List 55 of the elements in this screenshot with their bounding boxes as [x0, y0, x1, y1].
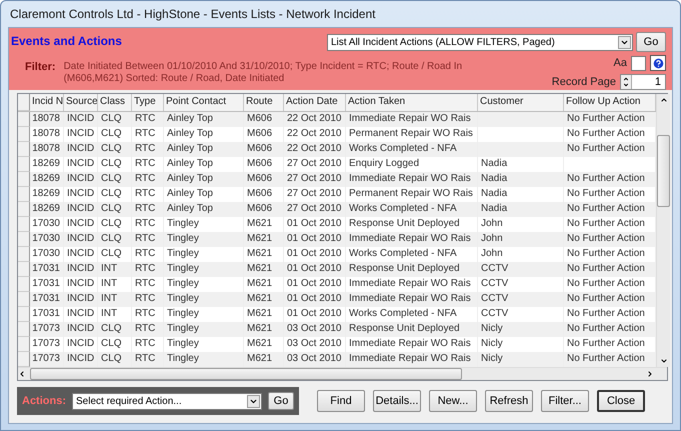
- go-button[interactable]: Go: [268, 392, 294, 410]
- row-header[interactable]: [18, 307, 30, 322]
- column-header[interactable]: Class: [98, 94, 132, 111]
- panel-title: Events and Actions: [11, 34, 122, 48]
- row-header[interactable]: [18, 247, 30, 262]
- help-button[interactable]: [650, 55, 666, 71]
- scroll-down-icon[interactable]: [660, 357, 668, 365]
- action-button[interactable]: New...: [429, 390, 477, 412]
- column-header[interactable]: Point Contact: [164, 94, 244, 111]
- row-header[interactable]: [18, 127, 30, 142]
- vertical-scrollbar[interactable]: [656, 94, 670, 367]
- scroll-thumb[interactable]: [30, 368, 462, 380]
- row-header[interactable]: [18, 142, 30, 157]
- column-header[interactable]: Action Taken: [346, 94, 478, 111]
- column-header[interactable]: Source: [64, 94, 98, 111]
- column-header[interactable]: Customer: [478, 94, 564, 111]
- scroll-up-icon[interactable]: [660, 96, 668, 104]
- actions-label: Actions:: [22, 395, 66, 407]
- action-button[interactable]: Filter...: [541, 390, 589, 412]
- action-select[interactable]: Select required Action...: [72, 392, 262, 410]
- row-header[interactable]: [18, 232, 30, 247]
- row-header[interactable]: [18, 277, 30, 292]
- row-header[interactable]: [18, 337, 30, 352]
- match-case-label: Aa: [614, 57, 627, 69]
- filter-text: Date Initiated Between 01/10/2010 And 31/10/2010; Type Incident = RTC; Route / Road In (M606,M621) Sorted: Route / Road, Date Initiated: [64, 61, 464, 86]
- column-header[interactable]: Type: [132, 94, 164, 111]
- dropdown-icon[interactable]: [247, 394, 260, 408]
- record-page-spinner[interactable]: 1: [620, 74, 666, 90]
- column-header[interactable]: Action Date: [284, 94, 346, 111]
- column-header[interactable]: Incid N: [30, 94, 64, 111]
- filter-label: Filter:: [25, 61, 56, 75]
- column-header[interactable]: Route: [244, 94, 284, 111]
- horizontal-scrollbar[interactable]: [18, 367, 667, 380]
- scroll-right-icon[interactable]: [646, 370, 654, 378]
- record-page-label: Record Page: [552, 76, 616, 88]
- row-header[interactable]: [18, 322, 30, 337]
- row-header[interactable]: [18, 172, 30, 187]
- go-button[interactable]: Go: [636, 32, 666, 52]
- row-header[interactable]: [18, 262, 30, 277]
- row-header[interactable]: [18, 202, 30, 217]
- row-header[interactable]: [18, 187, 30, 202]
- scroll-left-icon[interactable]: [18, 370, 26, 378]
- scroll-thumb[interactable]: [657, 134, 670, 206]
- action-button[interactable]: Find: [317, 390, 365, 412]
- row-header[interactable]: [18, 157, 30, 172]
- action-button[interactable]: Details...: [373, 390, 421, 412]
- dropdown-icon[interactable]: [618, 36, 631, 48]
- row-header[interactable]: [18, 112, 30, 127]
- view-select[interactable]: List All Incident Actions (ALLOW FILTERS, Paged): [327, 34, 633, 50]
- row-header[interactable]: [18, 292, 30, 307]
- window-title: Claremont Controls Ltd - HighStone - Events Lists - Network Incident: [9, 7, 376, 21]
- action-button[interactable]: Close: [597, 390, 645, 412]
- row-header[interactable]: [18, 217, 30, 232]
- action-button[interactable]: Refresh: [485, 390, 533, 412]
- match-case-checkbox[interactable]: [631, 56, 646, 70]
